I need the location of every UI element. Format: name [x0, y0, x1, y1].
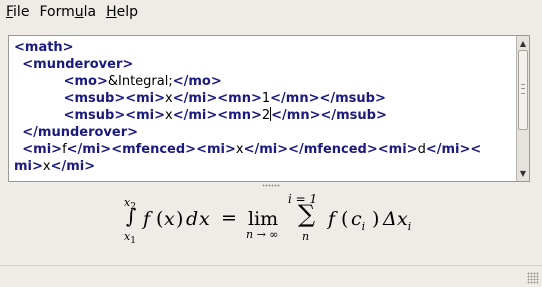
variable-x: x: [164, 208, 175, 230]
pane-resize-handle[interactable]: [262, 184, 280, 187]
function-f: f: [143, 208, 151, 230]
markup-tag: <msub>: [63, 108, 126, 123]
function-f-2: f: [328, 208, 336, 230]
source-line: <mo>&Integral;</mo>: [14, 73, 481, 90]
markup-tag: <mi>: [22, 142, 63, 157]
markup-tag: </mi>: [243, 142, 289, 157]
summation-sign: ∑: [298, 200, 316, 228]
equals-sign: =: [221, 207, 237, 229]
mathml-source-editor[interactable]: <math> <munderover> <mo>&Integral;</mo> …: [8, 35, 530, 182]
scroll-up-arrow-icon[interactable]: ▲: [517, 37, 529, 50]
markup-tag: </mi>: [50, 159, 96, 174]
limit-under: n → ∞: [246, 228, 279, 241]
markup-tag: <mn>: [217, 108, 262, 123]
markup-text: 1: [261, 91, 271, 106]
markup-tag: </munderover>: [22, 125, 139, 140]
limit-operator: lim: [248, 208, 279, 230]
scrollbar-thumb[interactable]: [518, 50, 528, 130]
markup-tag: <mi>: [377, 142, 418, 157]
variable-c: ci: [351, 208, 366, 233]
delta-symbol: Δ: [383, 208, 397, 230]
close-paren-2: ): [372, 208, 380, 230]
markup-tag: </mi>: [66, 142, 112, 157]
markup-tag: <math>: [14, 40, 74, 55]
markup-tag: <: [470, 142, 482, 157]
vertical-scrollbar[interactable]: ▲ ▼: [516, 36, 529, 181]
markup-tag: </msub>: [320, 108, 387, 123]
open-paren: (: [156, 208, 164, 230]
markup-tag: <msub>: [63, 91, 126, 106]
source-line: <mi>f</mi><mfenced><mi>x</mi></mfenced><…: [14, 141, 481, 158]
source-line: </munderover>: [14, 124, 481, 141]
source-line: <msub><mi>x</mi><mn>2</mn></msub>: [14, 107, 481, 124]
menu-formula[interactable]: Formula: [34, 0, 101, 24]
markup-tag: </mi>: [425, 142, 471, 157]
grip-icon: [521, 84, 525, 94]
markup-tag: </mo>: [172, 74, 222, 89]
markup-text: x: [165, 108, 173, 123]
variable-x-i: xi: [397, 208, 412, 233]
markup-tag: </mi>: [172, 91, 218, 106]
markup-tag: </mn>: [271, 108, 321, 123]
source-line: <math>: [14, 39, 481, 56]
menu-bar: File Formula Help: [0, 0, 542, 24]
menu-file[interactable]: File: [0, 0, 34, 24]
integral-lower-limit: x1: [124, 230, 136, 247]
markup-text: x: [235, 142, 244, 157]
markup-tag: <mfenced>: [111, 142, 197, 157]
sum-under: n: [302, 230, 310, 243]
markup-tag: <mi>: [125, 91, 166, 106]
formula-preview: x2 ∫ x1 f ( x ) d x = lim n → ∞ i = 1 ∑ …: [0, 190, 542, 260]
markup-tag: </mfenced>: [288, 142, 378, 157]
markup-tag: </msub>: [319, 91, 386, 106]
markup-text: x: [42, 159, 51, 174]
differential-x: x: [199, 208, 210, 230]
open-paren-2: (: [341, 208, 349, 230]
markup-tag: </mn>: [270, 91, 320, 106]
source-text[interactable]: <math> <munderover> <mo>&Integral;</mo> …: [14, 39, 481, 175]
markup-text: &Integral;: [107, 74, 173, 89]
scroll-down-arrow-icon[interactable]: ▼: [517, 167, 529, 180]
markup-text: x: [165, 91, 173, 106]
source-line: <munderover>: [14, 56, 481, 73]
source-line: <msub><mi>x</mi><mn>1</mn></msub>: [14, 90, 481, 107]
status-bar: [0, 265, 542, 287]
markup-text: d: [417, 142, 426, 157]
markup-tag: <mo>: [63, 74, 108, 89]
markup-tag: <mn>: [217, 91, 262, 106]
markup-tag: <mi>: [196, 142, 236, 157]
close-paren: ): [176, 208, 184, 230]
menu-help[interactable]: Help: [101, 0, 143, 24]
markup-tag: <munderover>: [22, 57, 134, 72]
differential-d: d: [186, 208, 199, 230]
markup-tag: <mi>: [125, 108, 166, 123]
markup-tag: mi>: [14, 159, 43, 174]
window-resize-grip-icon[interactable]: [527, 272, 539, 284]
source-line: mi>x</mi>: [14, 158, 481, 175]
integral-sign: ∫: [126, 204, 137, 228]
markup-text: 2: [261, 108, 271, 123]
markup-tag: </mi>: [172, 108, 218, 123]
